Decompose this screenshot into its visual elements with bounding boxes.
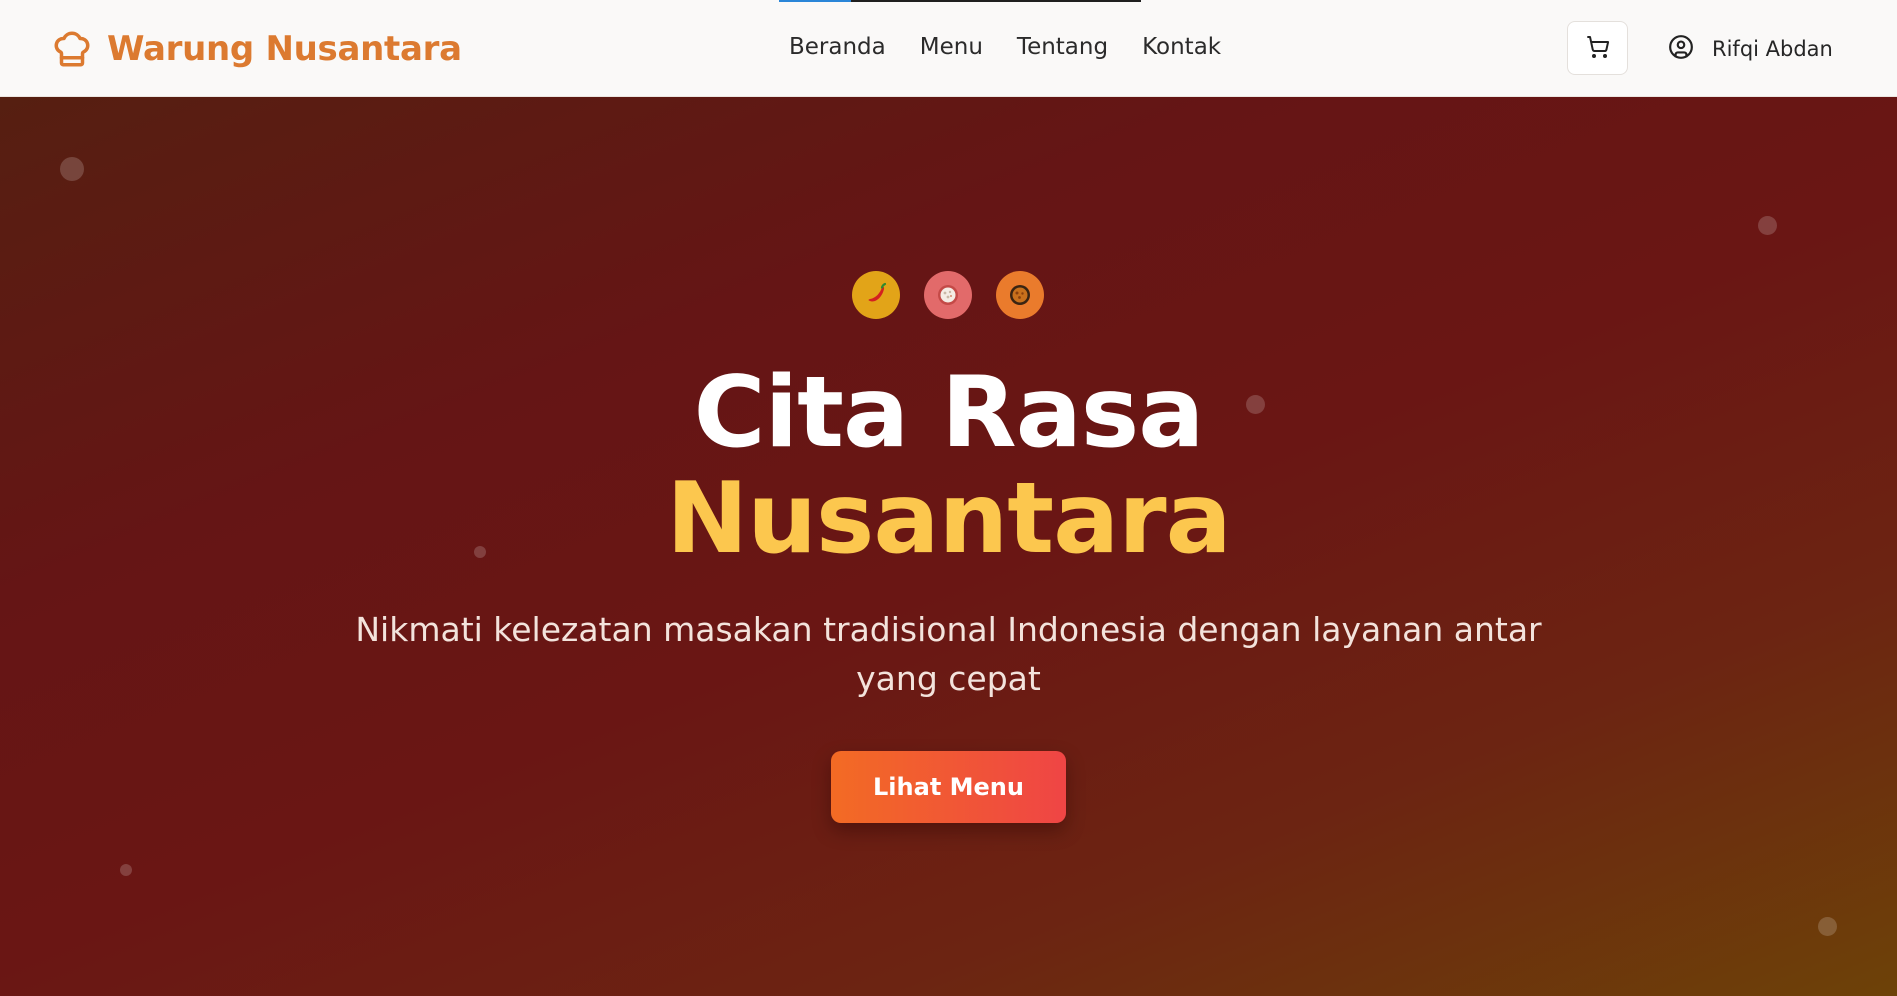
- cart-button[interactable]: [1567, 21, 1628, 75]
- nav-link-kontak[interactable]: Kontak: [1125, 30, 1238, 64]
- hero-title-line-1: Cita Rasa: [693, 356, 1205, 470]
- chef-hat-icon: [51, 28, 93, 70]
- hero-subtitle: Nikmati kelezatan masakan tradisional In…: [355, 610, 1542, 698]
- user-circle-icon: [1668, 34, 1694, 64]
- decorative-dot: [60, 157, 84, 181]
- progress-bar-fill: [779, 0, 852, 2]
- fried-dish-icon: [996, 271, 1044, 319]
- chili-pepper-icon: [852, 271, 900, 319]
- brand-name: Warung Nusantara: [107, 29, 462, 69]
- user-name: Rifqi Abdan: [1712, 37, 1833, 61]
- view-menu-button[interactable]: Lihat Menu: [831, 751, 1066, 823]
- hero-section: Cita Rasa Nusantara Nikmati kelezatan ma…: [0, 97, 1897, 996]
- page-load-progress-bar: [779, 0, 1141, 2]
- nav-link-tentang[interactable]: Tentang: [1000, 30, 1125, 64]
- decorative-dot: [1818, 917, 1837, 936]
- decorative-dot: [1758, 216, 1777, 235]
- main-nav: Beranda Menu Tentang Kontak: [772, 30, 1238, 64]
- food-icon-row: [852, 271, 1044, 319]
- brand-logo-link[interactable]: Warung Nusantara: [51, 26, 462, 72]
- hero-title: Cita Rasa Nusantara: [0, 360, 1897, 572]
- shopping-cart-icon: [1586, 35, 1610, 62]
- navbar: Warung Nusantara Beranda Menu Tentang Ko…: [0, 0, 1897, 97]
- nav-link-menu[interactable]: Menu: [903, 30, 1000, 64]
- user-menu[interactable]: Rifqi Abdan: [1668, 32, 1833, 66]
- decorative-dot: [120, 864, 132, 876]
- nav-link-beranda[interactable]: Beranda: [772, 30, 903, 64]
- hero-title-line-2: Nusantara: [666, 462, 1231, 576]
- rice-bowl-icon: [924, 271, 972, 319]
